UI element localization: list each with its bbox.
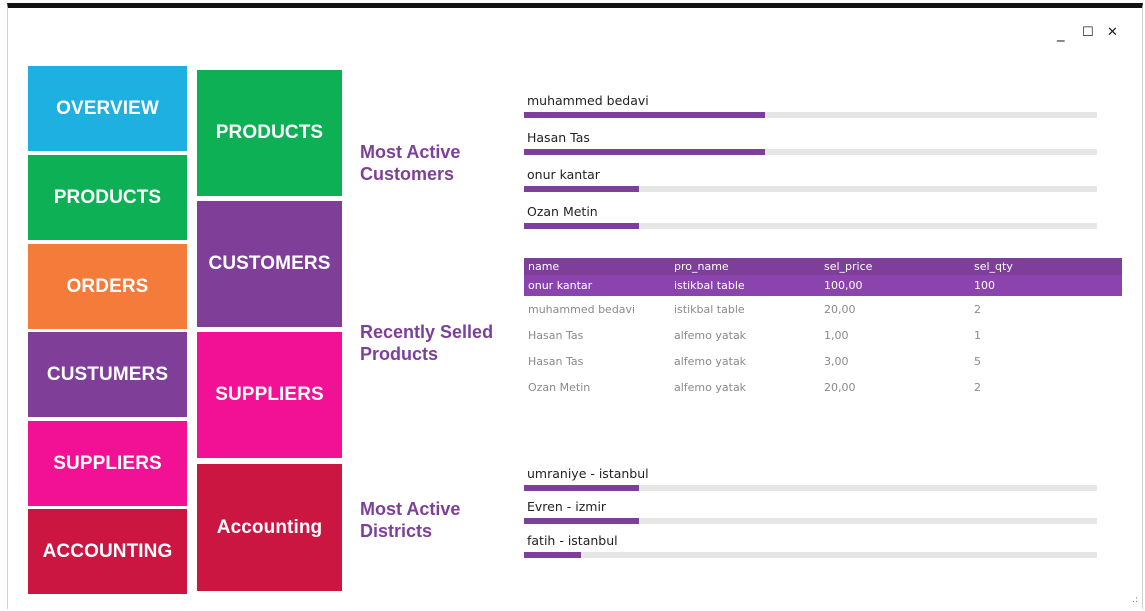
district-bar: Evren - izmir [524, 498, 1097, 524]
table-cell: istikbal table [674, 302, 745, 316]
table-cell: 100,00 [824, 279, 863, 292]
close-button[interactable]: ✕ [1107, 26, 1118, 40]
tile-label: ORDERS [66, 275, 149, 297]
table-cell: alfemo yatak [674, 354, 747, 368]
tile-suppliers[interactable]: SUPPLIERS [28, 421, 187, 506]
bar-fill [524, 518, 639, 524]
column-header[interactable]: name [524, 260, 674, 273]
customer-name: Ozan Metin [527, 204, 598, 219]
minimize-button[interactable]: _ [1057, 26, 1065, 41]
bar-fill [524, 112, 765, 118]
tile-label: PRODUCTS [215, 122, 324, 143]
table-row[interactable]: onur kantar istikbal table 100,00 100 [524, 275, 1122, 296]
table-row[interactable]: Ozan Metin alfemo yatak 20,00 2 [524, 374, 1122, 400]
table-cell: 100 [974, 279, 995, 292]
column-header[interactable]: sel_price [824, 260, 974, 273]
district-bar: fatih - istanbul [524, 532, 1097, 558]
table-cell: 20,00 [824, 302, 856, 316]
tile-label: PRODUCTS [53, 186, 162, 208]
tile-overview[interactable]: OVERVIEW [28, 66, 187, 151]
table-header: name pro_name sel_price sel_qty [524, 258, 1122, 275]
bar-track [524, 552, 1097, 558]
tile-label: SUPPLIERS [53, 452, 162, 474]
tile-orders[interactable]: ORDERS [28, 244, 187, 329]
bar-track [524, 485, 1097, 491]
districts-section-title: Most Active Districts [360, 499, 461, 541]
recent-products-table: name pro_name sel_price sel_qty onur kan… [524, 258, 1122, 400]
district-bar: umraniye - istanbul [524, 465, 1097, 491]
tile-label: Accounting [216, 516, 323, 538]
maximize-button[interactable]: ☐ [1082, 26, 1094, 40]
table-row[interactable]: muhammed bedavi istikbal table 20,00 2 [524, 296, 1122, 322]
bar-track [524, 112, 1097, 118]
district-name: umraniye - istanbul [527, 466, 649, 481]
table-cell: Ozan Metin [528, 380, 591, 394]
table-cell: 20,00 [824, 380, 856, 394]
customer-bar: muhammed bedavi [524, 92, 1097, 118]
tile-accounting[interactable]: ACCOUNTING [28, 509, 187, 594]
customer-name: muhammed bedavi [527, 93, 649, 108]
table-cell: Hasan Tas [528, 328, 584, 342]
table-cell: 3,00 [824, 354, 849, 368]
table-cell: 2 [974, 380, 981, 394]
district-name: Evren - izmir [527, 499, 607, 514]
table-cell: 1 [974, 328, 981, 342]
app-window: _ ☐ ✕ OVERVIEW PRODUCTS ORDERS CUSTUMERS… [7, 3, 1143, 609]
bar-fill [524, 223, 639, 229]
table-cell: alfemo yatak [674, 380, 747, 394]
column-header[interactable]: sel_qty [974, 260, 1122, 273]
resize-grip-icon[interactable]: .: [1132, 596, 1138, 605]
table-row[interactable]: Hasan Tas alfemo yatak 3,00 5 [524, 348, 1122, 374]
table-cell: alfemo yatak [674, 328, 747, 342]
bar-track [524, 223, 1097, 229]
table-cell: Hasan Tas [528, 354, 584, 368]
bar-track [524, 186, 1097, 192]
tile-label: ACCOUNTING [42, 540, 173, 562]
bar-fill [524, 552, 582, 558]
table-cell: 2 [974, 302, 981, 316]
tile-label: CUSTUMERS [46, 363, 169, 385]
bar-track [524, 518, 1097, 524]
bar-fill [524, 149, 765, 155]
tile-label: SUPPLIERS [215, 384, 324, 405]
bar-fill [524, 485, 639, 491]
tile-accounting-2[interactable]: Accounting [197, 464, 342, 591]
column-header[interactable]: pro_name [674, 260, 824, 273]
table-cell: istikbal table [674, 279, 745, 292]
tile-custumers[interactable]: CUSTUMERS [28, 332, 187, 417]
table-cell: 1,00 [824, 328, 849, 342]
customer-name: onur kantar [527, 167, 600, 182]
district-name: fatih - istanbul [527, 533, 618, 548]
bar-track [524, 149, 1097, 155]
tile-products-2[interactable]: PRODUCTS [197, 70, 342, 196]
table-cell: 5 [974, 354, 981, 368]
tile-customers[interactable]: CUSTOMERS [197, 201, 342, 327]
recent-products-section-title: Recently Selled Products [360, 322, 494, 364]
customer-bar: onur kantar [524, 166, 1097, 192]
customers-section-title: Most Active Customers [360, 142, 461, 184]
customer-bar: Ozan Metin [524, 203, 1097, 229]
tile-label: OVERVIEW [56, 97, 159, 119]
customer-bar: Hasan Tas [524, 129, 1097, 155]
tile-label: CUSTOMERS [208, 253, 331, 274]
customer-name: Hasan Tas [527, 130, 590, 145]
tile-suppliers-2[interactable]: SUPPLIERS [197, 332, 342, 458]
tile-products[interactable]: PRODUCTS [28, 155, 187, 240]
table-cell: muhammed bedavi [528, 302, 636, 316]
bar-fill [524, 186, 639, 192]
table-row[interactable]: Hasan Tas alfemo yatak 1,00 1 [524, 322, 1122, 348]
table-cell: onur kantar [528, 279, 593, 292]
